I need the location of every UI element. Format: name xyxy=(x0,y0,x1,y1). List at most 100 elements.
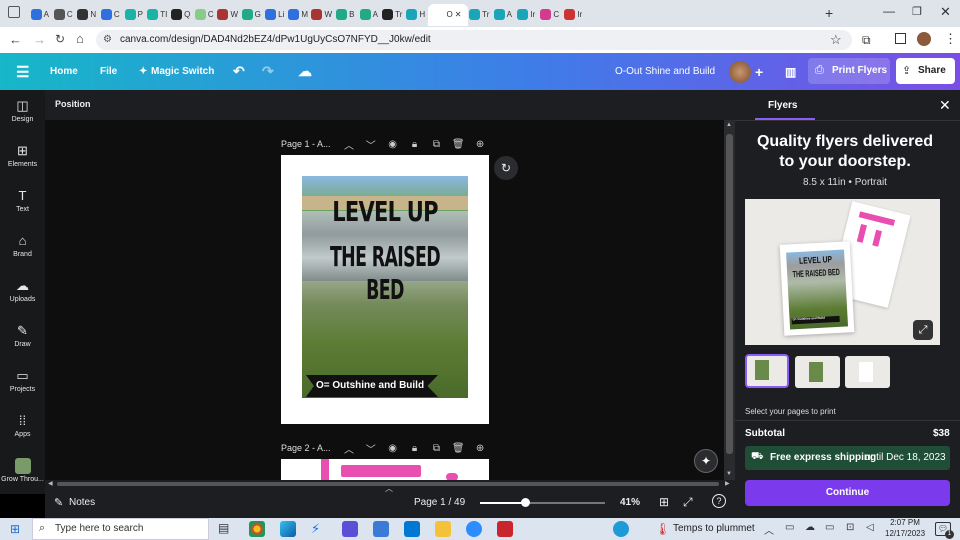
browser-menu-icon[interactable]: ⋮ xyxy=(944,31,957,47)
page-2[interactable] xyxy=(281,459,489,480)
profile-avatar[interactable] xyxy=(917,32,931,46)
thumbnail-3[interactable] xyxy=(845,356,890,388)
nav-item-text[interactable]: T Text xyxy=(0,188,45,213)
clock-date[interactable]: 12/17/2023 xyxy=(885,529,925,538)
browser-tab[interactable]: TI xyxy=(146,4,170,26)
nav-item-draw[interactable]: ✎ Draw xyxy=(0,323,45,348)
browser-tab[interactable]: B xyxy=(334,4,358,26)
weather-text[interactable]: Temps to plummet xyxy=(673,523,755,534)
forward-icon[interactable]: → xyxy=(33,32,46,47)
nav-item-design[interactable]: ◫ Design xyxy=(0,98,45,123)
help-taskbar-icon[interactable] xyxy=(613,521,629,537)
side-panel-icon[interactable] xyxy=(895,33,906,44)
browser-tab[interactable]: N xyxy=(75,4,99,26)
new-tab-icon[interactable]: + xyxy=(825,5,833,21)
tab-search-icon[interactable] xyxy=(8,6,20,18)
grid-view-icon[interactable]: ⊞ xyxy=(659,495,669,509)
home-icon[interactable]: ⌂ xyxy=(76,31,84,46)
scroll-right-icon[interactable]: ▶ xyxy=(725,480,730,487)
nav-item-uploads[interactable]: ☁ Uploads xyxy=(0,278,45,303)
move-up-icon[interactable]: ︿ xyxy=(338,137,360,152)
browser-tab[interactable]: M xyxy=(287,4,311,26)
headline-level-up[interactable]: LEVEL UP xyxy=(323,195,448,228)
nav-item-brand[interactable]: ⌂ Brand xyxy=(0,233,45,258)
panel-tab-flyers[interactable]: Flyers xyxy=(768,100,797,111)
task-view-icon[interactable]: ▤ xyxy=(218,521,234,537)
move-down-icon[interactable]: ﹀ xyxy=(360,137,382,152)
notes-button[interactable]: Notes xyxy=(69,497,95,508)
hide-page-icon[interactable]: ◉ xyxy=(382,443,404,454)
nav-item-grow-throu[interactable]: Grow Throu... xyxy=(0,458,45,483)
add-page-icon[interactable]: ⊕ xyxy=(469,139,491,150)
move-up-icon[interactable]: ︿ xyxy=(338,441,360,456)
headline-raised-bed[interactable]: THE RAISED BED xyxy=(315,240,455,306)
browser-tab[interactable]: Tr xyxy=(468,4,492,26)
move-down-icon[interactable]: ﹀ xyxy=(360,441,382,456)
file-explorer-taskbar-icon[interactable] xyxy=(435,521,451,537)
clock-time[interactable]: 2:07 PM xyxy=(888,518,922,527)
browser-tab[interactable]: H xyxy=(404,4,428,26)
zoom-taskbar-icon[interactable] xyxy=(466,521,482,537)
expand-preview-icon[interactable]: ⤢ xyxy=(913,320,933,340)
design-photo[interactable]: LEVEL UP THE RAISED BED O= Outshine and … xyxy=(302,176,468,398)
browser-tab[interactable]: P xyxy=(122,4,146,26)
browser-tab[interactable]: O ✕ xyxy=(427,3,468,26)
browser-tab[interactable]: Ir xyxy=(515,4,539,26)
site-info-icon[interactable]: ⚙ xyxy=(103,34,112,45)
windows-start-icon[interactable]: ⊞ xyxy=(10,522,20,536)
mail-taskbar-icon[interactable] xyxy=(404,521,420,537)
browser-tab[interactable]: Ir xyxy=(562,4,586,26)
file-menu-button[interactable]: File xyxy=(100,53,117,90)
thumbnail-1[interactable] xyxy=(745,354,789,388)
lock-icon[interactable]: 🔒︎ xyxy=(404,443,426,454)
delete-icon[interactable]: 🗑︎ xyxy=(447,139,469,150)
maximize-icon[interactable]: ❐ xyxy=(912,5,922,18)
browser-tab[interactable]: A xyxy=(28,4,52,26)
magic-assistant-icon[interactable]: ✦ xyxy=(694,449,718,473)
duplicate-icon[interactable]: ⧉ xyxy=(425,443,447,454)
home-button[interactable]: Home xyxy=(50,53,78,90)
browser-tab[interactable]: Li xyxy=(263,4,287,26)
tray-icon[interactable]: ▭ xyxy=(785,522,794,533)
scroll-up-icon[interactable]: ▲ xyxy=(726,122,732,128)
browser-tab[interactable]: C xyxy=(52,4,76,26)
close-panel-icon[interactable]: ✕ xyxy=(939,97,951,114)
browser-tab[interactable]: G xyxy=(240,4,264,26)
extensions-icon[interactable]: ⧉ xyxy=(862,33,871,48)
url-text[interactable]: canva.com/design/DAD4Nd2bEZ4/dPw1UgUyCsO… xyxy=(120,34,431,45)
tray-overflow-icon[interactable]: ︿ xyxy=(764,522,774,537)
page-counter[interactable]: Page 1 / 49 xyxy=(414,497,465,508)
browser-tab[interactable]: W xyxy=(216,4,240,26)
browser-tab[interactable]: C xyxy=(538,4,562,26)
help-icon[interactable]: ? xyxy=(712,494,726,508)
browser-tab[interactable]: A xyxy=(491,4,515,26)
battery-icon[interactable]: ▭ xyxy=(825,522,834,533)
browser-tab[interactable]: A xyxy=(357,4,381,26)
cloud-save-icon[interactable]: ☁ xyxy=(298,53,312,90)
taskbar-search-box[interactable]: ⌕ Type here to search xyxy=(32,518,209,540)
vscode-taskbar-icon[interactable]: ⚡︎ xyxy=(311,521,327,537)
collaborator-avatar[interactable] xyxy=(729,61,751,83)
app-taskbar-icon[interactable] xyxy=(342,521,358,537)
store-taskbar-icon[interactable] xyxy=(373,521,389,537)
scroll-left-icon[interactable]: ◀ xyxy=(48,480,53,487)
cloud-tray-icon[interactable]: ☁ xyxy=(805,522,815,533)
canvas-vertical-scrollbar[interactable]: ▲ ▼ xyxy=(724,120,735,480)
add-page-icon[interactable]: ⊕ xyxy=(469,443,491,454)
print-flyers-button[interactable]: ⎙ Print Flyers xyxy=(808,58,890,84)
comment-refresh-icon[interactable]: ↻ xyxy=(494,156,518,180)
zoom-level[interactable]: 41% xyxy=(620,497,640,508)
duplicate-icon[interactable]: ⧉ xyxy=(425,139,447,150)
security-taskbar-icon[interactable] xyxy=(497,521,513,537)
bookmark-star-icon[interactable]: ☆ xyxy=(830,32,842,48)
page-1-title[interactable]: Page 1 - A... xyxy=(281,139,338,149)
hide-page-icon[interactable]: ◉ xyxy=(382,139,404,150)
zoom-slider-handle[interactable] xyxy=(521,498,530,507)
minimize-icon[interactable]: — xyxy=(883,4,895,18)
share-button[interactable]: ⇪ Share xyxy=(896,58,955,84)
browser-tab[interactable]: Tr xyxy=(381,4,405,26)
flyer-preview[interactable]: LEVEL UP THE RAISED BED O= Outshine and … xyxy=(745,199,940,345)
nav-item-elements[interactable]: ⊞ Elements xyxy=(0,143,45,168)
menu-icon[interactable]: ☰ xyxy=(16,53,29,90)
undo-icon[interactable]: ↶ xyxy=(233,53,245,90)
